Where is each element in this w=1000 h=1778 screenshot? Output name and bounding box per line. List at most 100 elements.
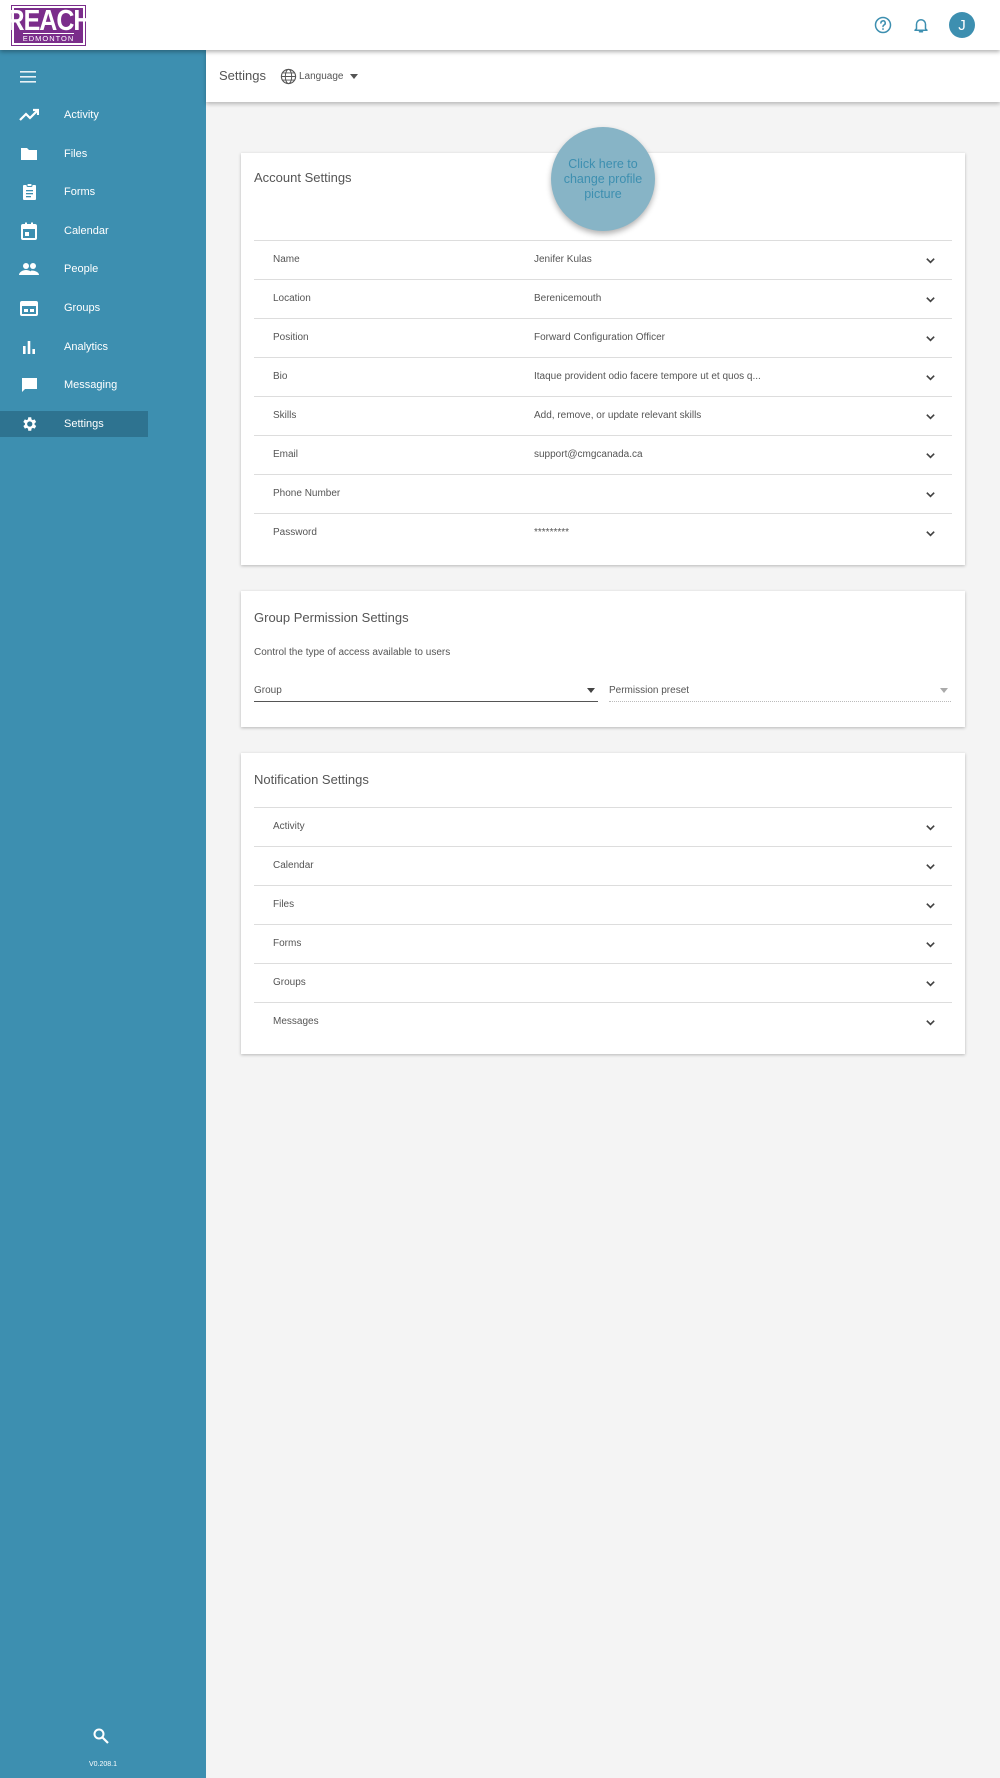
notification-row-messages[interactable]: Messages [254,1002,952,1041]
row-label: Messages [273,1016,319,1027]
group-permission-description: Control the type of access available to … [254,647,451,658]
language-label: Language [299,71,344,82]
sidebar-item-label: Settings [64,417,104,430]
account-row-bio[interactable]: Bio Itaque provident odio facere tempore… [254,357,952,396]
chevron-down-icon[interactable] [925,1017,936,1028]
sidebar-item-analytics[interactable]: Analytics [0,334,148,360]
sidebar-item-label: Messaging [64,379,118,392]
row-value: ********* [534,527,570,538]
row-value: Berenicemouth [534,293,602,304]
account-row-skills[interactable]: Skills Add, remove, or update relevant s… [254,396,952,435]
account-row-position[interactable]: Position Forward Configuration Officer [254,318,952,357]
row-value: Add, remove, or update relevant skills [534,410,702,421]
sidebar-item-messaging[interactable]: Messaging [0,372,148,398]
notification-row-calendar[interactable]: Calendar [254,846,952,885]
row-label: Forms [273,938,302,949]
sidebar-item-label: Activity [64,109,99,121]
sidebar-item-label: Calendar [64,224,109,237]
group-permission-title: Group Permission Settings [254,610,409,625]
row-value: Forward Configuration Officer [534,332,665,343]
chevron-down-icon[interactable] [925,900,936,911]
chevron-down-icon[interactable] [925,978,936,989]
sidebar-item-files[interactable]: Files [0,141,148,167]
account-settings-title: Account Settings [254,170,352,185]
sidebar-item-groups[interactable]: Groups [0,295,148,321]
globe-icon [280,68,297,85]
account-row-phone-number[interactable]: Phone Number [254,474,952,513]
permission-preset-select[interactable]: Permission preset [609,680,951,702]
sidebar-item-label: Groups [64,301,101,314]
top-bar: REACH EDMONTON J [0,0,1000,50]
reach-edmonton-logo[interactable]: REACH EDMONTON [7,5,91,46]
account-row-password[interactable]: Password ********* [254,513,952,552]
calendar-icon [19,221,39,241]
sidebar-item-forms[interactable]: Forms [0,179,148,205]
row-label: Location [273,293,311,304]
group-select-label: Group [254,685,282,696]
row-label: Phone Number [273,488,341,499]
menu-icon[interactable] [20,70,38,84]
sidebar-item-people[interactable]: People [0,256,148,282]
bar-chart-icon [19,337,39,357]
notification-row-groups[interactable]: Groups [254,963,952,1002]
notification-row-files[interactable]: Files [254,885,952,924]
row-label: Name [273,254,300,265]
gear-icon [19,414,39,434]
caret-down-icon [587,688,595,693]
sidebar-item-label: Files [64,147,88,160]
row-value: Itaque provident odio facere tempore ut … [534,371,761,382]
account-row-location[interactable]: Location Berenicemouth [254,279,952,318]
chevron-down-icon[interactable] [925,450,936,461]
chevron-down-icon[interactable] [925,411,936,422]
sidebar: Activity Files Forms Calendar People Gro… [0,50,206,1778]
sidebar-item-label: Forms [64,186,96,199]
chevron-down-icon[interactable] [925,822,936,833]
activity-icon [19,105,39,125]
group-select[interactable]: Group [254,680,598,702]
avatar[interactable]: J [949,12,975,38]
notification-settings-card: Notification Settings Activity Calendar … [241,753,965,1054]
folder-icon [19,144,39,164]
chevron-down-icon[interactable] [925,939,936,950]
group-permission-settings-card: Group Permission Settings Control the ty… [241,591,965,727]
sidebar-item-activity[interactable]: Activity [0,102,148,128]
help-icon[interactable] [871,12,895,38]
chevron-down-icon[interactable] [925,861,936,872]
app-version: V0.208.1 [88,1761,118,1768]
caret-down-icon [940,688,948,693]
account-row-name[interactable]: Name Jenifer Kulas [254,240,952,279]
row-label: Calendar [273,860,314,871]
change-profile-picture-button[interactable]: Click here to change profile picture [551,127,655,231]
language-selector[interactable]: Language [280,68,358,85]
sidebar-item-label: Analytics [64,340,109,353]
groups-icon [19,298,39,318]
chevron-down-icon[interactable] [925,333,936,344]
row-label: Bio [273,371,288,382]
row-label: Groups [273,977,306,988]
people-icon [19,259,39,279]
row-label: Position [273,332,309,343]
clipboard-icon [19,182,39,202]
row-label: Activity [273,821,305,832]
chevron-down-icon[interactable] [925,489,936,500]
permission-preset-label: Permission preset [609,685,690,696]
top-actions: J [871,12,975,38]
chevron-down-icon[interactable] [925,372,936,383]
account-row-email[interactable]: Email support@cmgcanada.ca [254,435,952,474]
row-label: Password [273,527,317,538]
page-title: Settings [219,68,266,83]
chevron-down-icon[interactable] [925,294,936,305]
row-label: Email [273,449,299,460]
row-value: Jenifer Kulas [534,254,592,265]
notification-settings-list: Activity Calendar Files Forms Groups Mes… [254,807,952,1041]
sidebar-item-calendar[interactable]: Calendar [0,218,148,244]
chevron-down-icon[interactable] [925,255,936,266]
page-header: Settings Language [206,50,1000,102]
search-icon[interactable] [93,1728,111,1746]
chat-icon [19,375,39,395]
sidebar-item-settings[interactable]: Settings [0,410,148,437]
notification-row-forms[interactable]: Forms [254,924,952,963]
notification-row-activity[interactable]: Activity [254,807,952,846]
bell-icon[interactable] [909,12,933,38]
chevron-down-icon[interactable] [925,528,936,539]
